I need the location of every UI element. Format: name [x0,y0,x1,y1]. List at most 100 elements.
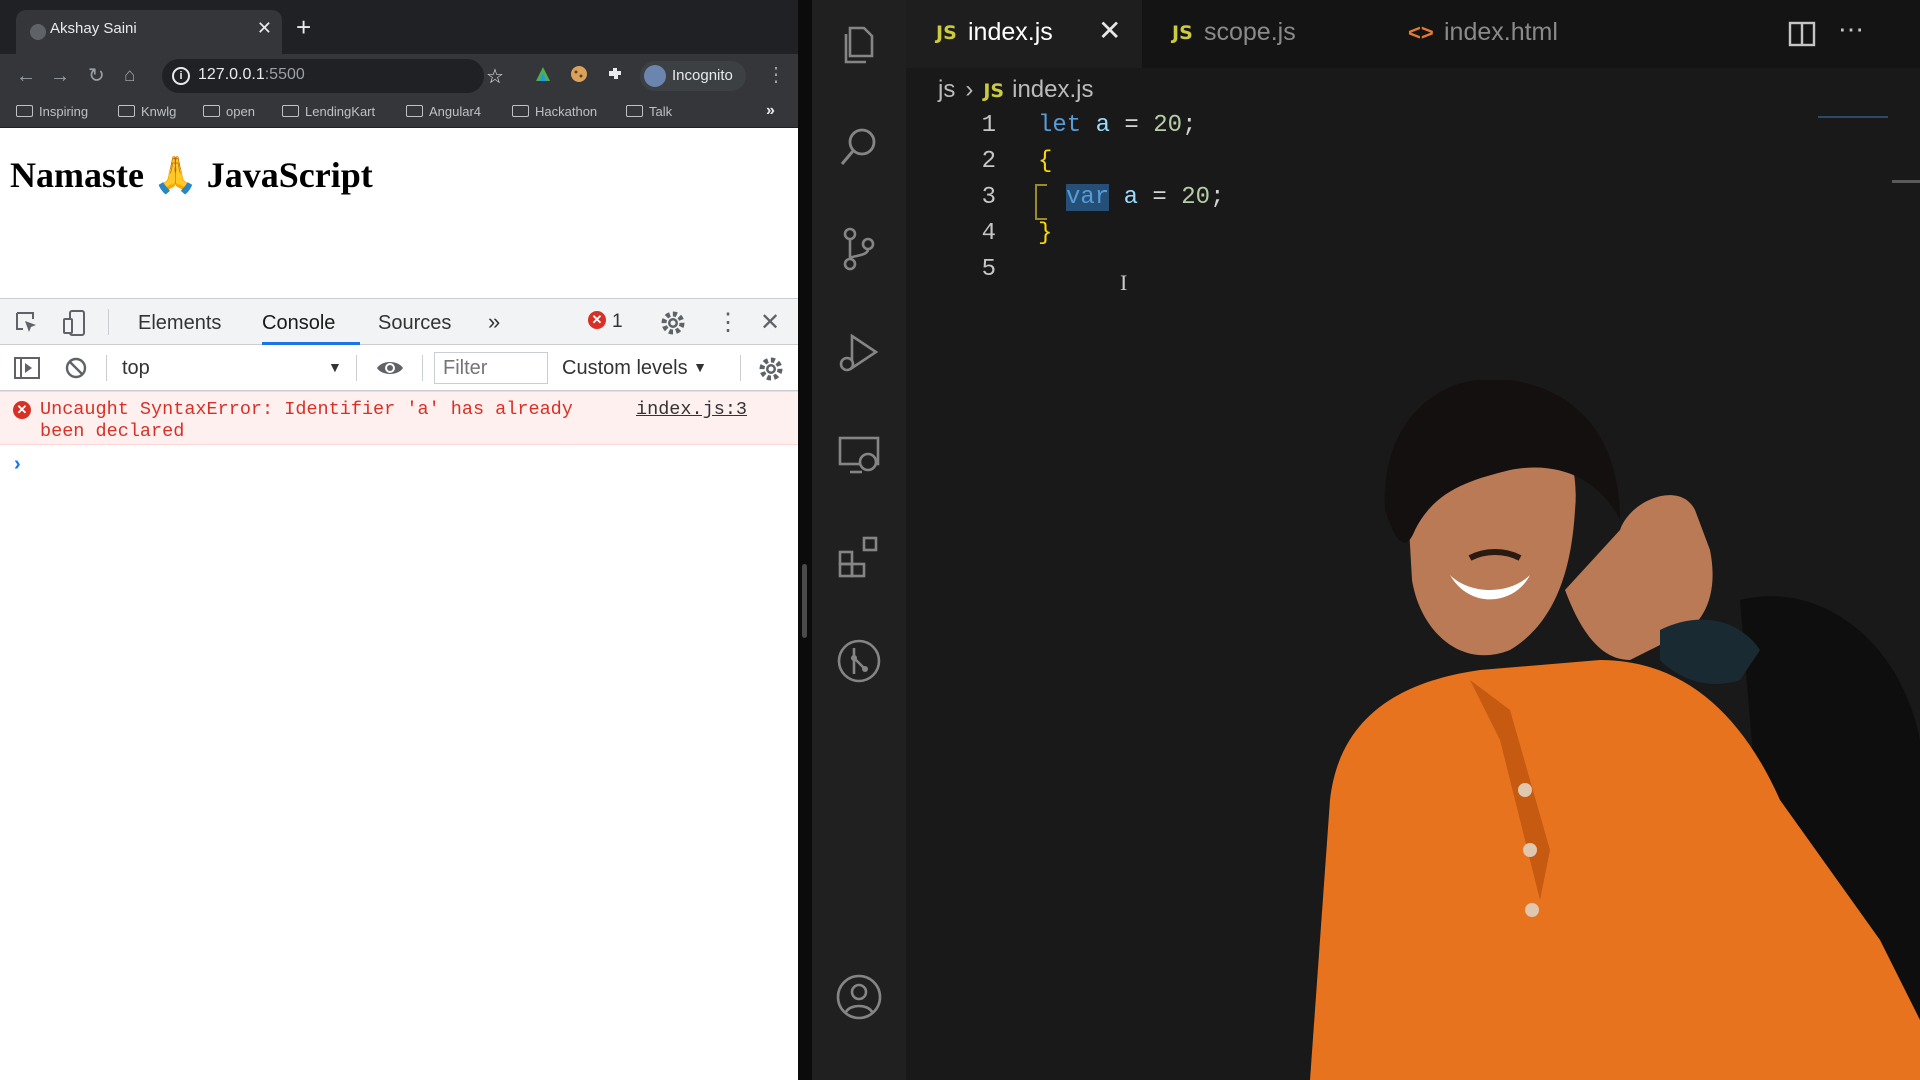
html-file-icon: <> [1408,20,1434,45]
folder-icon [626,105,643,117]
new-tab-button[interactable]: + [296,12,311,42]
explorer-icon[interactable] [836,22,882,68]
bookmark-folder[interactable]: LendingKart [282,104,375,119]
incognito-badge[interactable]: Incognito [640,61,746,91]
breadcrumb: js › JS index.js [938,76,1093,104]
extension-icon[interactable] [534,65,552,83]
info-icon[interactable]: i [172,67,190,85]
reload-icon[interactable]: ↻ [88,64,105,88]
home-icon[interactable]: ⌂ [124,64,135,88]
line-number: 3 [981,184,996,211]
bookmark-star-icon[interactable]: ☆ [486,64,504,89]
url-text: 127.0.0.1:5500 [198,66,305,83]
console-settings-gear-icon[interactable] [758,356,784,382]
dropdown-arrow-icon[interactable]: ▼ [328,359,342,375]
error-badge-icon[interactable]: ✕ [588,311,606,329]
scrollbar-marker[interactable] [1892,180,1920,183]
code-line[interactable]: 2 { [906,148,1806,184]
incognito-label: Incognito [672,67,733,84]
text-cursor-icon: I [1120,270,1128,295]
separator [356,355,357,381]
folder-icon [406,105,423,117]
separator [422,355,423,381]
console-error-message: ✕ Uncaught SyntaxError: Identifier 'a' h… [0,391,798,445]
browser-tab[interactable]: Akshay Saini ✕ [16,10,282,54]
close-devtools-icon[interactable]: ✕ [760,308,780,337]
error-source-link[interactable]: index.js:3 [636,399,747,420]
globe-icon [30,24,46,40]
tab-index-js[interactable]: JS index.js ✕ [906,0,1142,68]
tab-sources[interactable]: Sources [378,312,451,335]
inspect-element-icon[interactable] [14,310,40,336]
forward-icon[interactable]: → [50,64,70,88]
bracket-guide [1035,184,1047,220]
js-file-icon: JS [983,80,1005,102]
bookmark-folder[interactable]: Hackathon [512,104,597,119]
console-filter-input[interactable] [434,352,548,384]
error-count[interactable]: 1 [612,311,623,333]
line-content: let a = 20; [1038,112,1197,139]
more-actions-icon[interactable]: ⋯ [1838,14,1864,45]
devtools-menu-icon[interactable]: ⋮ [716,308,740,337]
breadcrumb-file[interactable]: index.js [1012,76,1093,103]
more-tabs-icon[interactable]: » [488,309,500,335]
sidebar-toggle-icon[interactable] [14,357,40,379]
puzzle-extensions-icon[interactable] [606,65,624,83]
bookmarks-overflow-icon[interactable]: » [766,102,775,120]
bookmark-folder[interactable]: Inspiring [16,104,88,119]
extensions-icon[interactable] [836,534,882,580]
console-prompt-icon[interactable]: › [14,453,21,476]
separator [106,355,107,381]
source-control-icon[interactable] [836,226,882,272]
selected-text: var [1066,184,1110,211]
line-number: 5 [981,256,996,283]
splitter-handle[interactable] [802,564,807,638]
bookmark-folder[interactable]: Talk [626,104,672,119]
activity-bar [812,0,906,1080]
browser-menu-icon[interactable]: ⋮ [766,62,786,87]
folder-icon [203,105,220,117]
bookmark-folder[interactable]: open [203,104,255,119]
back-icon[interactable]: ← [16,64,36,88]
incognito-icon [644,65,666,87]
js-file-icon: JS [936,22,957,44]
browser-window: Akshay Saini ✕ + ← → ↻ ⌂ i 127.0.0.1:550… [0,0,798,1080]
tab-label: index.js [968,18,1053,46]
run-debug-icon[interactable] [836,330,882,376]
close-tab-icon[interactable]: ✕ [257,18,272,39]
js-file-icon: JS [1172,22,1193,44]
device-toolbar-icon[interactable] [62,309,88,337]
line-number: 2 [981,148,996,175]
log-levels-select[interactable]: Custom levels ▼ [562,357,707,380]
folder-icon [118,105,135,117]
tab-elements[interactable]: Elements [138,312,221,335]
split-editor-icon[interactable] [1788,20,1816,48]
browser-tab-title: Akshay Saini [50,20,137,37]
tab-index-html[interactable]: <> index.html [1378,0,1614,68]
window-splitter[interactable] [798,0,812,1080]
tab-console[interactable]: Console [262,312,335,335]
vscode-window: JS index.js ✕ JS scope.js <> index.html … [812,0,1920,1080]
code-line[interactable]: 5 [906,256,1806,292]
browser-tabstrip: Akshay Saini ✕ + [0,0,798,54]
settings-gear-icon[interactable] [660,310,686,336]
close-tab-icon[interactable]: ✕ [1098,14,1121,47]
git-graph-icon[interactable] [836,638,882,684]
breadcrumb-folder[interactable]: js [938,76,955,103]
context-select[interactable]: top [122,357,150,380]
bookmark-folder[interactable]: Angular4 [406,104,481,119]
remote-explorer-icon[interactable] [836,432,882,478]
clear-console-icon[interactable] [64,356,88,380]
address-bar[interactable]: i 127.0.0.1:5500 [162,59,484,93]
minimap[interactable] [1818,116,1888,118]
tab-scope-js[interactable]: JS scope.js [1142,0,1378,68]
code-line[interactable]: 1 let a = 20; [906,112,1806,148]
line-content: var a = 20; [1066,184,1225,211]
code-line[interactable]: 4 } [906,220,1806,256]
search-icon[interactable] [836,124,882,170]
live-expression-eye-icon[interactable] [376,359,404,377]
cookie-extension-icon[interactable] [570,65,588,83]
bookmark-folder[interactable]: Knwlg [118,104,176,119]
error-text: Uncaught SyntaxError: Identifier 'a' has… [40,399,573,442]
account-icon[interactable] [836,974,882,1020]
